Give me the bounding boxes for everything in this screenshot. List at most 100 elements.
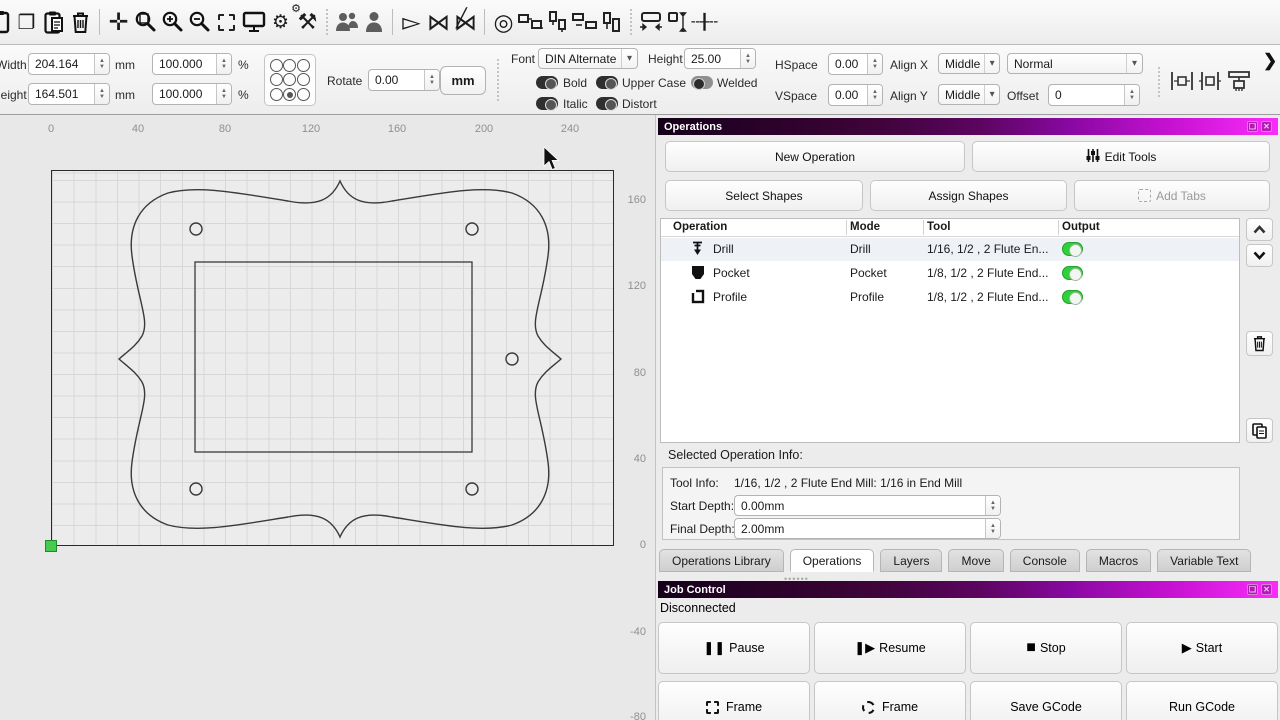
duplicate-operation-button[interactable] — [1246, 418, 1273, 443]
close-window-icon[interactable]: ✕ — [1261, 121, 1272, 132]
origin-marker[interactable] — [45, 540, 57, 552]
stepper[interactable]: ▲▼ — [1124, 85, 1139, 105]
path-direction-icon[interactable]: ▻ — [398, 6, 425, 38]
tab-operations[interactable]: Operations — [790, 549, 875, 572]
float-window-icon[interactable]: ❏ — [1247, 584, 1258, 595]
spacing-horizontal-icon[interactable] — [637, 6, 664, 38]
start-depth-input[interactable]: 0.00mm▲▼ — [734, 495, 1001, 516]
tab-operations-library[interactable]: Operations Library — [659, 549, 784, 572]
frame-square-button[interactable]: Frame — [658, 681, 810, 720]
trash-icon[interactable] — [67, 6, 94, 38]
vspace-input[interactable]: 0.00▲▼ — [828, 84, 883, 106]
anchor-mid-right[interactable] — [297, 73, 310, 86]
zoom-page-icon[interactable] — [132, 6, 159, 38]
design-canvas[interactable]: 0 40 80 120 160 200 240 160 120 80 40 0 … — [0, 115, 656, 720]
float-window-icon[interactable]: ❏ — [1247, 121, 1258, 132]
stepper[interactable]: ▲▼ — [216, 84, 231, 104]
anchor-top-right[interactable] — [297, 59, 310, 72]
start-button[interactable]: ▶Start — [1126, 622, 1278, 674]
distort-toggle[interactable] — [596, 97, 618, 110]
output-toggle[interactable] — [1062, 290, 1083, 304]
offset-input[interactable]: 0▲▼ — [1048, 84, 1140, 106]
copy-icon[interactable]: ❐ — [13, 6, 40, 38]
col-header-tool[interactable]: Tool — [927, 219, 950, 236]
anchor-bottom-left[interactable] — [270, 88, 283, 101]
anchor-mid-center[interactable] — [283, 73, 296, 86]
stepper[interactable]: ▲▼ — [94, 84, 109, 104]
tab-variable-text[interactable]: Variable Text — [1157, 549, 1251, 572]
height-input[interactable]: 164.501▲▼ — [28, 83, 110, 105]
upper-case-toggle[interactable] — [596, 76, 618, 89]
edit-tools-button[interactable]: Edit Tools — [972, 141, 1270, 172]
align-x-dropdown[interactable]: Middle▾ — [938, 53, 1000, 74]
bold-toggle[interactable] — [536, 76, 558, 89]
font-height-input[interactable]: 25.00▲▼ — [684, 48, 756, 69]
paste-icon[interactable] — [40, 6, 67, 38]
width-input[interactable]: 204.164▲▼ — [28, 53, 110, 75]
col-header-mode[interactable]: Mode — [850, 219, 880, 236]
tab-move[interactable]: Move — [948, 549, 1003, 572]
anchor-point-selector[interactable] — [264, 54, 316, 106]
height-percent-input[interactable]: 100.000▲▼ — [152, 83, 232, 105]
move-row-down-button[interactable] — [1246, 244, 1273, 267]
tab-layers[interactable]: Layers — [880, 549, 942, 572]
italic-toggle[interactable] — [536, 97, 558, 110]
tab-macros[interactable]: Macros — [1086, 549, 1151, 572]
settings-gears-icon[interactable]: ⚙⚙ — [267, 6, 294, 38]
snap-spacing-icon[interactable]: ╌╂╌ — [691, 6, 718, 38]
stepper[interactable]: ▲▼ — [740, 49, 755, 68]
font-dropdown[interactable]: DIN Alternate▾ — [538, 48, 638, 69]
frame-circle-button[interactable]: Frame — [814, 681, 966, 720]
output-toggle[interactable] — [1062, 242, 1083, 256]
output-toggle[interactable] — [1062, 266, 1083, 280]
distribute-vertical-icon[interactable] — [598, 6, 625, 38]
stepper[interactable]: ▲▼ — [216, 54, 231, 74]
anchor-top-center[interactable] — [283, 59, 296, 72]
group-objects-icon[interactable] — [333, 6, 360, 38]
align-nodes-vertical-icon[interactable] — [544, 6, 571, 38]
anchor-bottom-right[interactable] — [297, 88, 310, 101]
move-icon[interactable]: ✛ — [105, 6, 132, 38]
distribute-horizontal-icon[interactable] — [571, 6, 598, 38]
job-control-title-bar[interactable]: Job Control ❏ ✕ — [658, 581, 1278, 598]
rotate-input[interactable]: 0.00▲▼ — [368, 69, 440, 91]
plaque-design[interactable] — [51, 170, 616, 548]
zoom-out-icon[interactable] — [186, 6, 213, 38]
welded-toggle[interactable] — [691, 76, 713, 89]
stepper[interactable]: ▲▼ — [867, 85, 882, 105]
hspace-input[interactable]: 0.00▲▼ — [828, 53, 883, 75]
select-shapes-button[interactable]: Select Shapes — [665, 180, 863, 211]
save-gcode-button[interactable]: Save GCode — [970, 681, 1122, 720]
anchor-bottom-center[interactable] — [283, 88, 296, 101]
kerning-out-icon[interactable] — [1170, 71, 1194, 94]
final-depth-input[interactable]: 2.00mm▲▼ — [734, 518, 1001, 539]
units-button[interactable]: mm — [440, 66, 486, 95]
width-percent-input[interactable]: 100.000▲▼ — [152, 53, 232, 75]
align-nodes-horizontal-icon[interactable] — [517, 6, 544, 38]
table-row-profile[interactable]: Profile Profile 1/8, 1/2 , 2 Flute End..… — [661, 286, 1239, 309]
delete-operation-button[interactable] — [1246, 331, 1273, 356]
fit-screen-icon[interactable] — [240, 6, 267, 38]
material-boundary[interactable] — [51, 170, 614, 546]
table-row-pocket[interactable]: Pocket Pocket 1/8, 1/2 , 2 Flute End... — [661, 262, 1239, 285]
resume-button[interactable]: ❚▶Resume — [814, 622, 966, 674]
weld-tree-icon[interactable] — [1226, 71, 1252, 98]
mirror-off-icon[interactable]: ⋈╱ — [452, 6, 479, 38]
new-operation-button[interactable]: New Operation — [665, 141, 965, 172]
move-row-up-button[interactable] — [1246, 218, 1273, 241]
kerning-in-icon[interactable] — [1198, 71, 1222, 94]
zoom-marquee-icon[interactable] — [213, 6, 240, 38]
origin-target-icon[interactable]: ◎ — [490, 6, 517, 38]
zoom-in-icon[interactable] — [159, 6, 186, 38]
expand-toolbar-chevron[interactable]: ❯ — [1263, 51, 1277, 71]
tab-console[interactable]: Console — [1010, 549, 1080, 572]
anchor-mid-left[interactable] — [270, 73, 283, 86]
stop-button[interactable]: ■Stop — [970, 622, 1122, 674]
stepper[interactable]: ▲▼ — [985, 519, 1000, 538]
stepper[interactable]: ▲▼ — [985, 496, 1000, 515]
pause-button[interactable]: ❚❚Pause — [658, 622, 810, 674]
mirror-horizontal-icon[interactable]: ⋈ — [425, 6, 452, 38]
operations-table[interactable]: Operation Mode Tool Output Drill Drill 1… — [660, 218, 1240, 443]
paste-partial-icon[interactable] — [0, 6, 13, 38]
operations-title-bar[interactable]: Operations ❏ ✕ — [658, 118, 1278, 135]
